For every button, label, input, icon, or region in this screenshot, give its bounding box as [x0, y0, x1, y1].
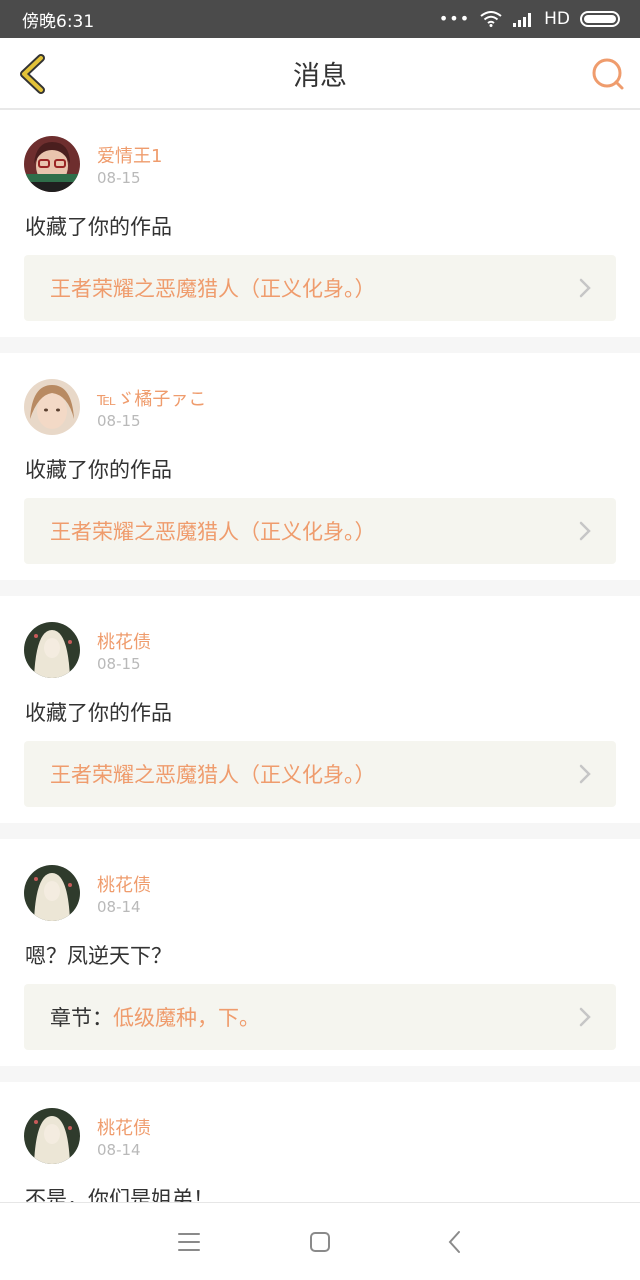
message-card[interactable]: 爱情王1 08-15 收藏了你的作品 王者荣耀之恶魔猎人（正义化身。） — [0, 110, 640, 337]
avatar[interactable] — [24, 136, 80, 192]
user-name[interactable]: 爱情王1 — [97, 142, 162, 168]
message-text: 嗯？凤逆天下？ — [25, 944, 172, 968]
avatar[interactable] — [24, 622, 80, 678]
work-title: 王者荣耀之恶魔猎人（正义化身。） — [50, 520, 376, 544]
message-date: 08-15 — [97, 655, 141, 673]
back-button[interactable] — [14, 52, 54, 96]
message-text: 收藏了你的作品 — [25, 215, 172, 239]
work-reference[interactable]: 王者荣耀之恶魔猎人（正义化身。） — [24, 255, 616, 321]
work-reference[interactable]: 王者荣耀之恶魔猎人（正义化身。） — [24, 498, 616, 564]
search-icon[interactable] — [590, 56, 626, 92]
message-text: 不是，你们是姐弟！ — [25, 1187, 214, 1202]
page-title: 消息 — [293, 60, 347, 92]
message-card[interactable]: 桃花债 08-15 收藏了你的作品 王者荣耀之恶魔猎人（正义化身。） — [0, 596, 640, 823]
avatar[interactable] — [24, 1108, 80, 1164]
message-card[interactable]: ℡ゞ橘子ァこ 08-15 收藏了你的作品 王者荣耀之恶魔猎人（正义化身。） — [0, 353, 640, 580]
chevron-right-icon — [579, 1007, 591, 1027]
dots-icon: ••• — [438, 9, 471, 28]
work-title: 王者荣耀之恶魔猎人（正义化身。） — [50, 277, 376, 301]
card-separator — [0, 823, 640, 839]
user-name[interactable]: ℡ゞ橘子ァこ — [97, 385, 206, 411]
user-name[interactable]: 桃花债 — [97, 1114, 151, 1140]
card-separator — [0, 337, 640, 353]
network-label: HD — [544, 9, 570, 29]
status-bar: 傍晚6:31 ••• HD — [0, 0, 640, 38]
status-time: 傍晚6:31 — [22, 11, 95, 32]
back-icon[interactable] — [440, 1227, 470, 1257]
message-card[interactable]: 桃花债 08-14 不是，你们是姐弟！ — [0, 1082, 640, 1202]
message-date: 08-14 — [97, 1141, 141, 1159]
signal-icon — [513, 13, 532, 27]
header-bar: 消息 — [0, 38, 640, 110]
work-title: 王者荣耀之恶魔猎人（正义化身。） — [50, 763, 376, 787]
message-text: 收藏了你的作品 — [25, 701, 172, 725]
avatar[interactable] — [24, 379, 80, 435]
battery-icon — [580, 11, 620, 27]
message-list: 爱情王1 08-15 收藏了你的作品 王者荣耀之恶魔猎人（正义化身。） ℡ゞ橘子… — [0, 110, 640, 1202]
status-icons: ••• HD — [439, 9, 620, 29]
message-date: 08-14 — [97, 898, 141, 916]
avatar[interactable] — [24, 865, 80, 921]
system-nav-bar — [0, 1202, 640, 1280]
wifi-icon — [480, 11, 502, 27]
chevron-right-icon — [579, 278, 591, 298]
menu-icon[interactable] — [174, 1227, 204, 1257]
message-text: 收藏了你的作品 — [25, 458, 172, 482]
chapter-reference[interactable]: 章节： 低级魔种，下。 — [24, 984, 616, 1050]
chapter-title: 低级魔种，下。 — [113, 1006, 260, 1030]
chevron-right-icon — [579, 764, 591, 784]
message-date: 08-15 — [97, 169, 141, 187]
user-name[interactable]: 桃花债 — [97, 871, 151, 897]
message-card[interactable]: 桃花债 08-14 嗯？凤逆天下？ 章节： 低级魔种，下。 — [0, 839, 640, 1066]
card-separator — [0, 580, 640, 596]
card-separator — [0, 1066, 640, 1082]
chevron-right-icon — [579, 521, 591, 541]
work-reference[interactable]: 王者荣耀之恶魔猎人（正义化身。） — [24, 741, 616, 807]
chapter-label: 章节： — [50, 1006, 113, 1030]
user-name[interactable]: 桃花债 — [97, 628, 151, 654]
message-date: 08-15 — [97, 412, 141, 430]
home-icon[interactable] — [305, 1227, 335, 1257]
